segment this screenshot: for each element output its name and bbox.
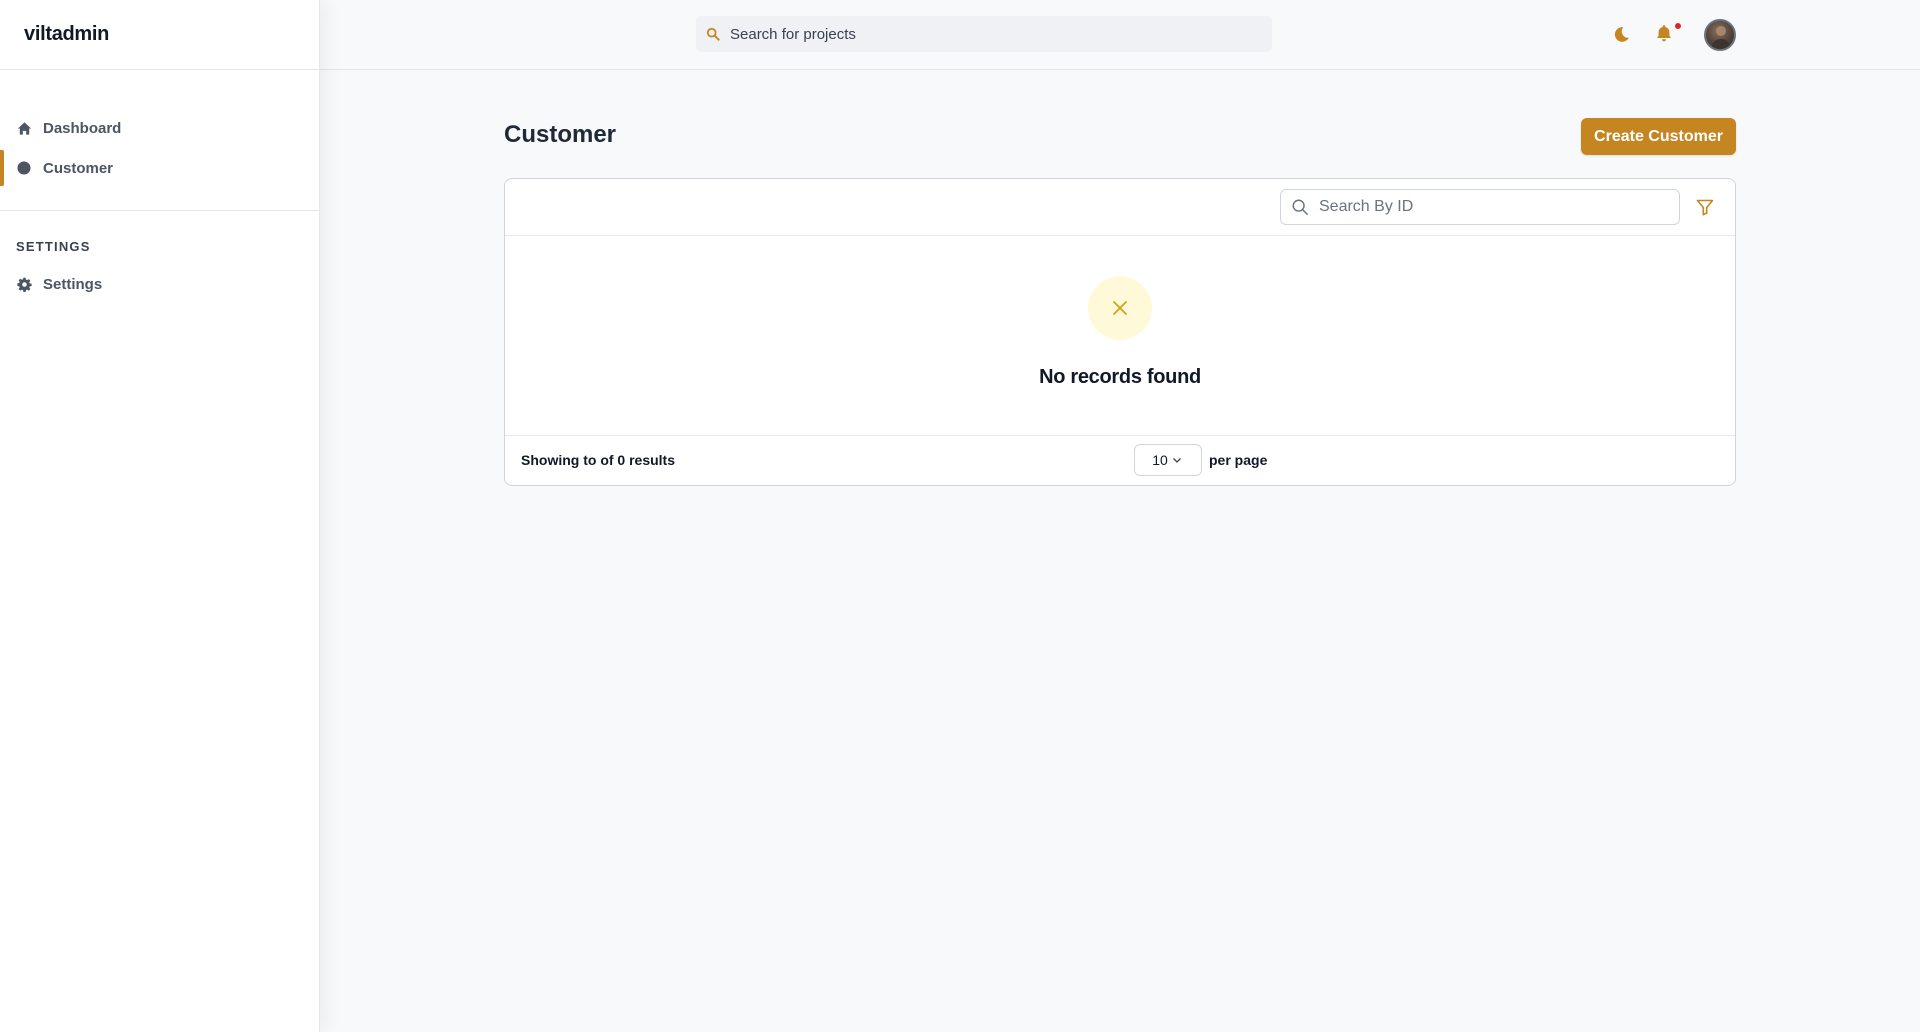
avatar[interactable] [1704, 19, 1736, 51]
search-icon [706, 26, 722, 42]
global-search[interactable] [696, 16, 1272, 52]
gear-icon [16, 276, 32, 292]
active-indicator [0, 150, 4, 186]
customer-table: No records found Showing to of 0 results… [504, 178, 1736, 486]
table-search[interactable] [1280, 189, 1680, 225]
per-page-value: 10 [1152, 452, 1168, 468]
home-icon [16, 120, 32, 136]
per-page-label: per page [1209, 452, 1268, 468]
sidebar-item-label: Dashboard [43, 119, 122, 137]
notification-badge [1674, 22, 1682, 30]
page-title: Customer [504, 121, 617, 148]
close-icon [1088, 276, 1152, 340]
global-search-input[interactable] [730, 25, 1250, 43]
moon-icon[interactable] [1610, 24, 1632, 46]
create-customer-button[interactable]: Create Customer [1581, 118, 1736, 155]
empty-state: No records found [505, 236, 1735, 436]
sidebar-item-settings[interactable]: Settings [0, 264, 319, 304]
filter-icon[interactable] [1695, 197, 1715, 217]
sidebar-item-customer[interactable]: Customer [0, 148, 319, 188]
sidebar: viltadmin Dashboard Customer SETTINGS Se… [0, 0, 320, 1032]
brand-logo[interactable]: viltadmin [0, 0, 319, 70]
empty-message: No records found [1039, 366, 1201, 388]
per-page-select[interactable]: 10 [1134, 444, 1202, 476]
sidebar-item-label: Customer [43, 159, 114, 177]
main-nav: Dashboard Customer [0, 70, 319, 211]
chevron-down-icon [1172, 454, 1184, 466]
sidebar-item-dashboard[interactable]: Dashboard [0, 108, 319, 148]
table-footer: Showing to of 0 results 10 per page [505, 436, 1735, 485]
sidebar-item-label: Settings [43, 275, 103, 293]
table-toolbar [505, 179, 1735, 236]
search-icon [1291, 198, 1309, 216]
topbar [320, 0, 1920, 70]
results-summary: Showing to of 0 results [521, 452, 676, 468]
search-by-id-input[interactable] [1319, 198, 1669, 216]
bell-icon[interactable] [1654, 23, 1676, 45]
circle-icon [16, 160, 32, 176]
settings-section-title: SETTINGS [16, 239, 91, 254]
